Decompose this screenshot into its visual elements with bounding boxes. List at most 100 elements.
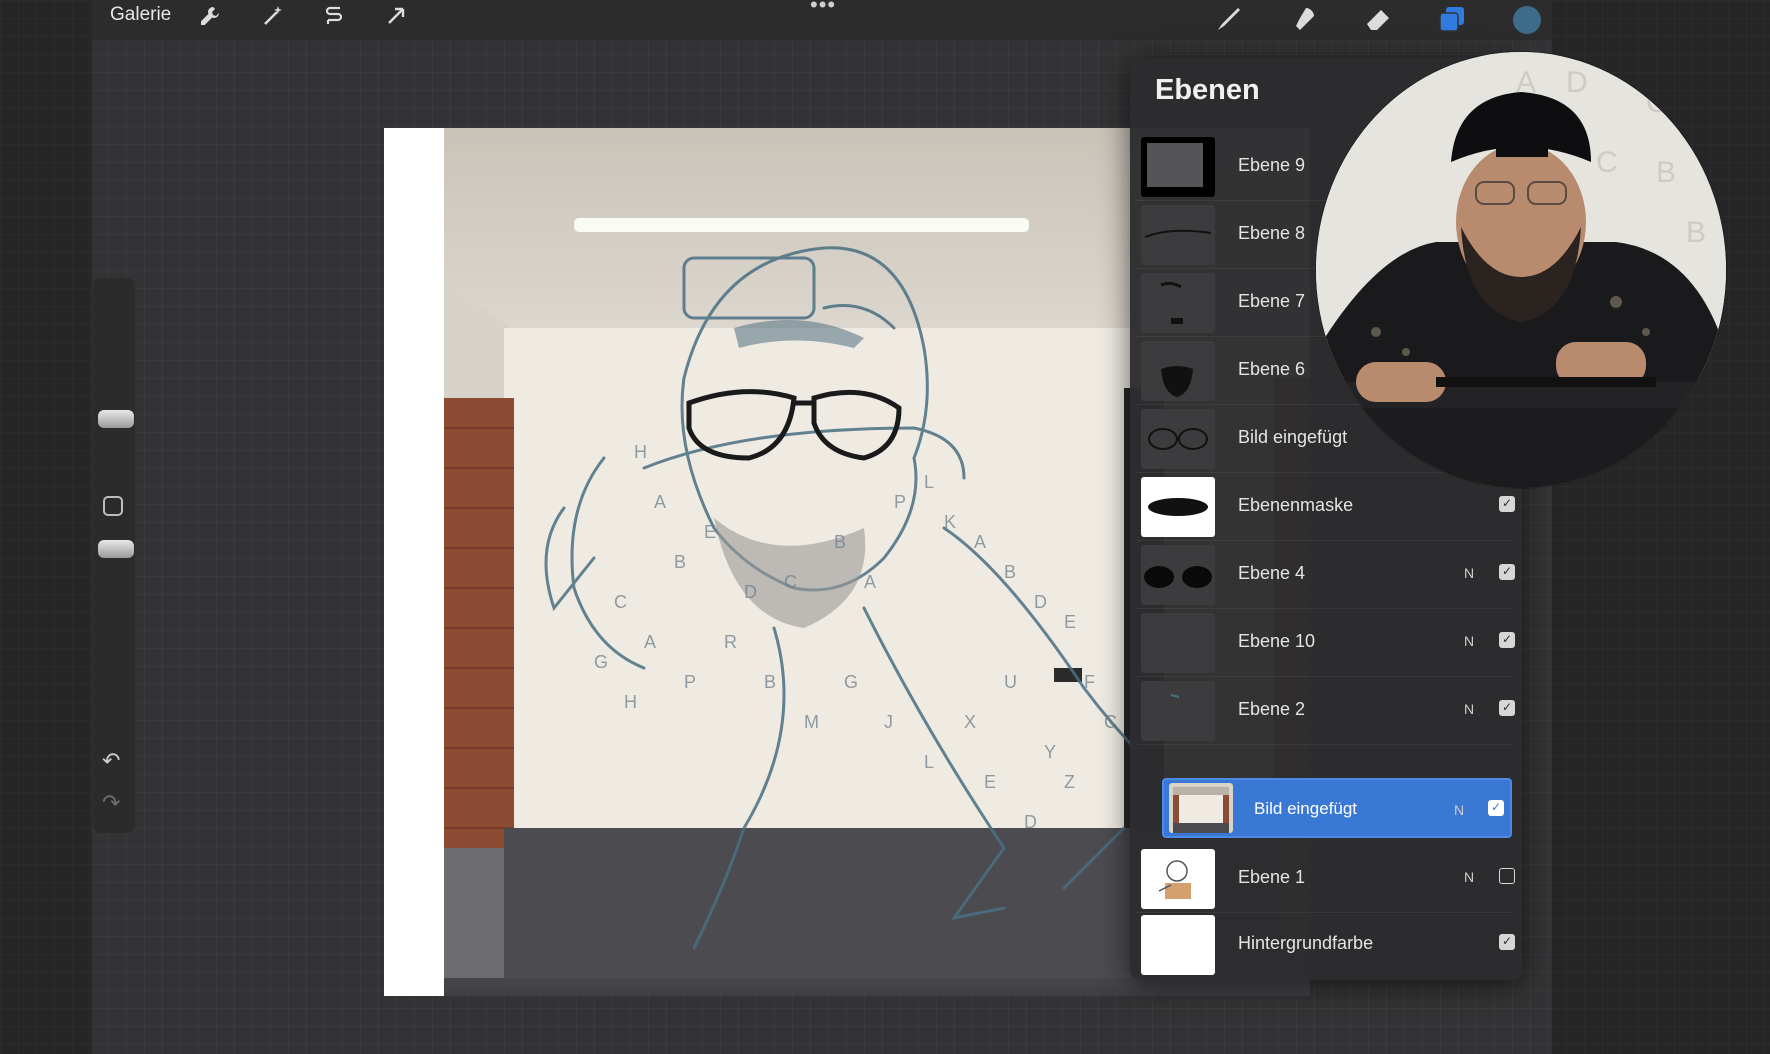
svg-text:F: F	[1084, 672, 1095, 692]
blend-mode-indicator[interactable]: N	[1464, 633, 1474, 649]
svg-text:E: E	[984, 772, 996, 792]
layer-name: Ebene 10	[1238, 631, 1316, 651]
brush-size-slider[interactable]	[97, 284, 134, 434]
layer-name: Ebene 6	[1238, 359, 1306, 379]
transform-arrow-icon[interactable]	[382, 4, 410, 32]
svg-text:L: L	[924, 472, 934, 492]
layer-name: Ebene 7	[1238, 291, 1306, 311]
opacity-thumb[interactable]	[98, 540, 134, 558]
svg-text:A: A	[644, 632, 656, 652]
undo-icon[interactable]: ↶	[102, 748, 120, 774]
svg-text:B: B	[1004, 562, 1016, 582]
procreate-app: Galerie ••• ↶ ↷ H A B E D C B A P L K A …	[0, 0, 1770, 1054]
layer-thumbnail	[1141, 409, 1215, 469]
svg-text:D: D	[744, 582, 757, 602]
layer-name: Ebenenmaske	[1238, 495, 1354, 515]
color-icon[interactable]	[1511, 4, 1541, 34]
svg-text:L: L	[924, 752, 934, 772]
layer-name: Ebene 4	[1238, 563, 1306, 583]
svg-text:Y: Y	[1044, 742, 1056, 762]
blend-mode-indicator[interactable]: N	[1464, 565, 1474, 581]
svg-text:X: X	[964, 712, 976, 732]
blend-mode-indicator[interactable]: N	[1464, 701, 1474, 717]
layer-thumbnail	[1141, 545, 1215, 605]
layers-panel-title: Ebenen	[1155, 74, 1260, 106]
layer-visibility-checkbox[interactable]: ✓	[1499, 632, 1515, 648]
layer-visibility-checkbox[interactable]: ✓	[1499, 868, 1515, 884]
smudge-icon[interactable]	[1288, 4, 1316, 32]
layer-thumbnail	[1141, 915, 1215, 975]
layer-thumbnail	[1141, 273, 1215, 333]
layer-thumbnail	[1141, 341, 1215, 401]
svg-text:A: A	[864, 572, 876, 592]
svg-text:R: R	[724, 632, 737, 652]
layer-row[interactable]: Ebenenmaske ✓	[1136, 472, 1515, 541]
svg-text:C: C	[784, 572, 797, 592]
eraser-icon[interactable]	[1363, 4, 1391, 32]
svg-text:P: P	[894, 492, 906, 512]
svg-text:D: D	[1024, 812, 1037, 832]
opacity-slider[interactable]	[97, 534, 134, 684]
layer-name: Ebene 1	[1238, 867, 1306, 887]
layer-thumbnail	[1169, 783, 1233, 833]
selection-icon[interactable]	[320, 4, 348, 32]
layer-row[interactable]: Ebene 1 N ✓	[1136, 844, 1515, 913]
svg-text:B: B	[1656, 156, 1676, 189]
layer-row[interactable]: Ebene 2 N ✓	[1136, 676, 1515, 745]
redo-icon[interactable]: ↷	[102, 790, 120, 816]
svg-text:J: J	[884, 712, 893, 732]
left-video-edge	[0, 0, 92, 1054]
svg-text:P: P	[684, 672, 696, 692]
svg-text:C: C	[614, 592, 627, 612]
brush-size-thumb[interactable]	[98, 410, 134, 428]
svg-text:B: B	[1686, 216, 1706, 249]
layer-visibility-checkbox[interactable]: ✓	[1499, 934, 1515, 950]
layer-row[interactable]: Hintergrundfarbe ✓	[1136, 910, 1515, 978]
layer-name: Bild eingefügt	[1254, 799, 1358, 818]
layer-name: Hintergrundfarbe	[1238, 933, 1374, 953]
svg-text:B: B	[764, 672, 776, 692]
brush-icon[interactable]	[1214, 4, 1242, 32]
layer-name: Ebene 2	[1238, 699, 1306, 719]
svg-text:G: G	[844, 672, 858, 692]
layer-thumbnail	[1141, 137, 1215, 197]
left-sidebar: ↶ ↷	[93, 278, 135, 833]
svg-text:A: A	[974, 532, 986, 552]
layer-thumbnail	[1141, 205, 1215, 265]
svg-text:D: D	[1034, 592, 1047, 612]
layer-name: Ebene 8	[1238, 223, 1306, 243]
svg-text:U: U	[1004, 672, 1017, 692]
svg-text:B: B	[674, 552, 686, 572]
layer-name: Ebene 9	[1238, 155, 1306, 175]
wrench-icon[interactable]	[196, 4, 224, 32]
layer-visibility-checkbox[interactable]: ✓	[1499, 564, 1515, 580]
svg-text:D: D	[1566, 66, 1588, 99]
svg-text:A: A	[654, 492, 666, 512]
svg-text:G: G	[594, 652, 608, 672]
layer-thumbnail	[1141, 613, 1215, 673]
modify-button[interactable]	[103, 496, 123, 516]
layer-row[interactable]: Ebene 4 N ✓	[1136, 540, 1515, 609]
more-options-icon[interactable]: •••	[810, 0, 836, 18]
layer-thumbnail	[1141, 477, 1215, 537]
layer-thumbnail	[1141, 849, 1215, 909]
svg-text:C: C	[1596, 146, 1618, 179]
blend-mode-indicator[interactable]: N	[1464, 869, 1474, 885]
layer-visibility-checkbox[interactable]: ✓	[1499, 496, 1515, 512]
blend-mode-indicator[interactable]: N	[1454, 802, 1464, 818]
gallery-button[interactable]: Galerie	[110, 4, 171, 26]
svg-text:H: H	[624, 692, 637, 712]
svg-text:E: E	[1064, 612, 1076, 632]
svg-text:E: E	[704, 522, 716, 542]
layers-icon[interactable]	[1437, 4, 1465, 32]
layer-row-active[interactable]: Bild eingefügt N ✓	[1162, 778, 1512, 838]
svg-text:H: H	[634, 442, 647, 462]
layer-thumbnail	[1141, 681, 1215, 741]
layer-visibility-checkbox[interactable]: ✓	[1499, 700, 1515, 716]
layer-visibility-checkbox[interactable]: ✓	[1488, 800, 1504, 816]
layer-name: Bild eingefügt	[1238, 427, 1348, 447]
layer-row[interactable]: Ebene 10 N ✓	[1136, 608, 1515, 677]
magic-wand-icon[interactable]	[259, 4, 287, 32]
svg-text:C: C	[1104, 712, 1117, 732]
webcam-overlay: ADC CBB	[1316, 52, 1726, 488]
